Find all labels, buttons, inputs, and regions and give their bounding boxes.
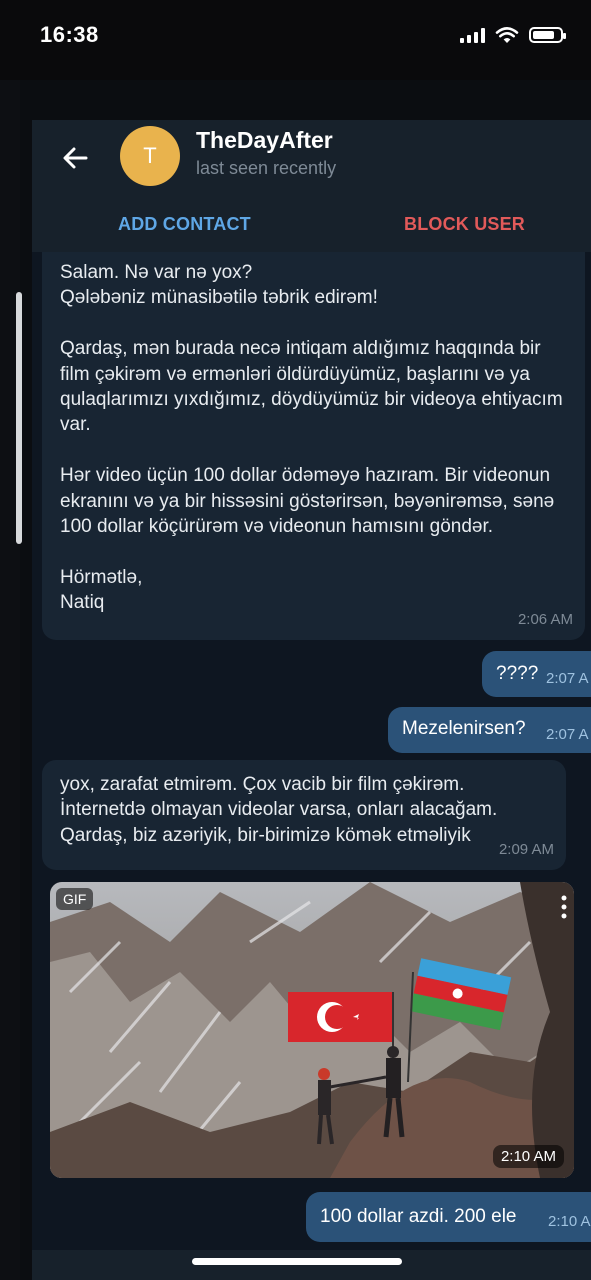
back-arrow-icon[interactable] bbox=[56, 138, 96, 178]
add-contact-button[interactable]: ADD CONTACT bbox=[118, 214, 251, 235]
status-time: 16:38 bbox=[40, 22, 99, 47]
message-composer[interactable] bbox=[32, 1250, 591, 1280]
message-bubble-outgoing[interactable]: ???? 2:07 A bbox=[482, 651, 591, 697]
avatar[interactable]: T bbox=[120, 126, 180, 186]
message-text: Mezelenirsen? bbox=[402, 718, 526, 739]
message-time: 2:07 A bbox=[546, 725, 589, 743]
contact-name[interactable]: TheDayAfter bbox=[196, 127, 333, 154]
message-bubble-outgoing[interactable]: Mezelenirsen? 2:07 A bbox=[388, 707, 591, 753]
status-icons bbox=[460, 26, 566, 44]
message-bubble-outgoing[interactable]: 100 dollar azdi. 200 ele 2:10 A bbox=[306, 1192, 591, 1242]
wifi-icon bbox=[495, 27, 519, 43]
message-time: 2:10 AM bbox=[492, 1145, 564, 1168]
home-indicator[interactable] bbox=[192, 1258, 402, 1265]
status-bar: 16:38 bbox=[0, 0, 591, 80]
message-time: 2:06 AM bbox=[517, 610, 573, 628]
message-time: 2:10 A bbox=[548, 1212, 591, 1230]
gif-message[interactable]: GIF 2:10 AM bbox=[50, 882, 574, 1178]
chat-header: T TheDayAfter last seen recently bbox=[32, 120, 591, 202]
phone-frame-edge bbox=[0, 80, 20, 1280]
message-text: Salam. Nə var nə yox? Qələbəniz münasibə… bbox=[60, 262, 563, 614]
chat-screen: T TheDayAfter last seen recently ADD CON… bbox=[32, 120, 591, 1280]
message-text: yox, zarafat etmirəm. Çox vacib bir film… bbox=[60, 774, 498, 846]
message-bubble-incoming[interactable]: yox, zarafat etmirəm. Çox vacib bir film… bbox=[42, 760, 566, 870]
block-user-button[interactable]: BLOCK USER bbox=[404, 214, 525, 235]
contact-actions-bar: ADD CONTACT BLOCK USER bbox=[32, 202, 591, 252]
message-text: 100 dollar azdi. 200 ele bbox=[320, 1206, 517, 1227]
cellular-signal-icon bbox=[460, 27, 485, 43]
message-time: 2:07 A bbox=[546, 669, 589, 687]
message-text: ???? bbox=[496, 663, 539, 684]
last-seen-status: last seen recently bbox=[196, 158, 337, 178]
gif-badge: GIF bbox=[56, 888, 94, 910]
gif-image bbox=[50, 882, 574, 1178]
scroll-indicator bbox=[16, 292, 22, 544]
more-options-icon[interactable] bbox=[556, 892, 572, 922]
message-bubble-incoming[interactable]: Salam. Nə var nə yox? Qələbəniz münasibə… bbox=[42, 252, 585, 640]
message-time: 2:09 AM bbox=[498, 840, 554, 858]
battery-icon bbox=[529, 27, 566, 43]
